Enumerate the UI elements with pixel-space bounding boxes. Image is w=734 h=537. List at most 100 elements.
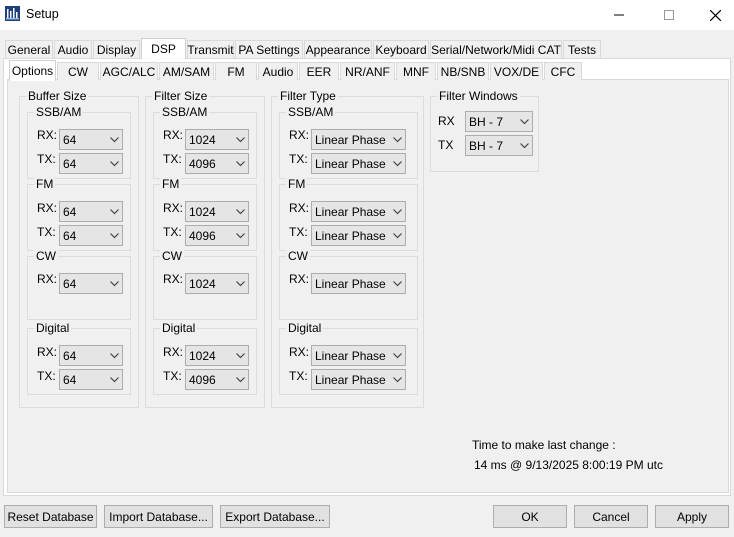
export-database-button[interactable]: Export Database... <box>220 505 330 528</box>
chevron-down-icon <box>106 154 122 173</box>
title-bar: Setup <box>0 0 734 30</box>
filter-type-digital-rx-select[interactable]: Linear Phase <box>311 345 406 366</box>
buffer-fm-tx-label: TX: <box>37 225 56 239</box>
filter-size-fm-tx-select[interactable]: 4096 <box>185 225 249 246</box>
filter-size-digital-rx-value: 1024 <box>189 348 216 363</box>
buffer-digital-rx-value: 64 <box>63 348 77 363</box>
tab-agc-alc[interactable]: AGC/ALC <box>100 62 158 80</box>
tab-cw[interactable]: CW <box>57 62 99 80</box>
filter-size-fm-tx-label: TX: <box>163 225 182 239</box>
import-database-button[interactable]: Import Database... <box>104 505 213 528</box>
chevron-down-icon <box>389 154 405 173</box>
tab-general[interactable]: General <box>5 40 53 58</box>
ok-button[interactable]: OK <box>493 505 567 528</box>
tab-tests[interactable]: Tests <box>563 40 601 58</box>
apply-button[interactable]: Apply <box>655 505 729 528</box>
reset-database-button[interactable]: Reset Database <box>4 505 97 528</box>
buffer-digital-rx-select[interactable]: 64 <box>59 345 123 366</box>
maximize-button[interactable] <box>646 0 692 30</box>
filter-size-ssbam-rx-value: 1024 <box>189 132 216 147</box>
tab-cfc[interactable]: CFC <box>544 62 582 80</box>
buffer-size-label: Buffer Size <box>26 89 89 103</box>
buffer-ssbam-label: SSB/AM <box>34 105 84 119</box>
filter-type-ssbam-rx-select[interactable]: Linear Phase <box>311 129 406 150</box>
filter-type-cw-rx-value: Linear Phase <box>315 276 386 291</box>
chevron-down-icon <box>232 202 248 221</box>
filter-windows-rx-select[interactable]: BH - 7 <box>465 111 533 132</box>
filter-size-digital-rx-select[interactable]: 1024 <box>185 345 249 366</box>
buffer-ssbam-tx-label: TX: <box>37 152 56 166</box>
sub-tab-strip: Options CW AGC/ALC AM/SAM FM Audio EER N… <box>0 60 734 81</box>
chevron-down-icon <box>232 226 248 245</box>
tab-audio-sub[interactable]: Audio <box>258 62 298 80</box>
buffer-fm-rx-label: RX: <box>37 201 58 215</box>
filter-windows-tx-label: TX <box>438 138 454 152</box>
buffer-cw-rx-select[interactable]: 64 <box>59 273 123 294</box>
chevron-down-icon <box>389 346 405 365</box>
filter-type-ssbam-tx-select[interactable]: Linear Phase <box>311 153 406 174</box>
buffer-ssbam-rx-value: 64 <box>63 132 77 147</box>
cancel-button[interactable]: Cancel <box>574 505 648 528</box>
last-change-label: Time to make last change : <box>472 438 616 452</box>
tab-vox-de[interactable]: VOX/DE <box>490 62 543 80</box>
buffer-digital-rx-label: RX: <box>37 345 58 359</box>
buffer-fm-tx-select[interactable]: 64 <box>59 225 123 246</box>
filter-windows-tx-select[interactable]: BH - 7 <box>465 135 533 156</box>
chevron-down-icon <box>232 370 248 389</box>
filter-type-digital-tx-label: TX: <box>289 369 308 383</box>
window-title: Setup <box>26 7 59 21</box>
tab-am-sam[interactable]: AM/SAM <box>159 62 214 80</box>
filter-type-fm-rx-select[interactable]: Linear Phase <box>311 201 406 222</box>
buffer-digital-tx-value: 64 <box>63 372 77 387</box>
tab-appearance[interactable]: Appearance <box>304 40 372 58</box>
minimize-button[interactable] <box>596 0 642 30</box>
filter-windows-rx-value: BH - 7 <box>469 114 504 129</box>
tab-pa-settings[interactable]: PA Settings <box>235 40 303 58</box>
close-button[interactable] <box>692 0 734 30</box>
tab-fm[interactable]: FM <box>215 62 257 80</box>
chevron-down-icon <box>106 130 122 149</box>
buffer-fm-rx-value: 64 <box>63 204 77 219</box>
filter-size-fm-rx-label: RX: <box>163 201 184 215</box>
chevron-down-icon <box>389 202 405 221</box>
filter-size-fm-rx-select[interactable]: 1024 <box>185 201 249 222</box>
filter-size-ssbam-tx-select[interactable]: 4096 <box>185 153 249 174</box>
filter-size-digital-tx-value: 4096 <box>189 372 216 387</box>
buffer-cw-rx-value: 64 <box>63 276 77 291</box>
filter-size-digital-tx-select[interactable]: 4096 <box>185 369 249 390</box>
chevron-down-icon <box>232 274 248 293</box>
filter-type-fm-tx-select[interactable]: Linear Phase <box>311 225 406 246</box>
buffer-ssbam-tx-select[interactable]: 64 <box>59 153 123 174</box>
chevron-down-icon <box>389 274 405 293</box>
tab-mnf[interactable]: MNF <box>396 62 436 80</box>
buffer-fm-label: FM <box>34 177 56 191</box>
tab-transmit[interactable]: Transmit <box>187 40 234 58</box>
filter-type-fm-label: FM <box>286 177 308 191</box>
buffer-ssbam-rx-select[interactable]: 64 <box>59 129 123 150</box>
tab-options[interactable]: Options <box>9 60 56 81</box>
filter-type-label: Filter Type <box>278 89 338 103</box>
filter-type-cw-rx-select[interactable]: Linear Phase <box>311 273 406 294</box>
chevron-down-icon <box>389 370 405 389</box>
tab-dsp[interactable]: DSP <box>141 38 186 59</box>
buffer-fm-rx-select[interactable]: 64 <box>59 201 123 222</box>
filter-size-fm-tx-value: 4096 <box>189 228 216 243</box>
filter-type-cw-rx-label: RX: <box>289 272 310 286</box>
tab-keyboard[interactable]: Keyboard <box>373 40 429 58</box>
filter-size-cw-rx-select[interactable]: 1024 <box>185 273 249 294</box>
tab-serial-network-midi-cat[interactable]: Serial/Network/Midi CAT <box>430 40 562 58</box>
app-icon <box>5 6 20 21</box>
filter-type-digital-tx-select[interactable]: Linear Phase <box>311 369 406 390</box>
tab-nb-snb[interactable]: NB/SNB <box>437 62 489 80</box>
tab-audio[interactable]: Audio <box>54 40 92 58</box>
filter-windows-group: Filter Windows <box>430 89 539 172</box>
tab-eer[interactable]: EER <box>299 62 339 80</box>
tab-display[interactable]: Display <box>93 40 140 58</box>
filter-size-cw-label: CW <box>160 249 184 263</box>
buffer-cw-label: CW <box>34 249 58 263</box>
tab-nr-anf[interactable]: NR/ANF <box>340 62 395 80</box>
filter-type-cw-label: CW <box>286 249 310 263</box>
filter-size-ssbam-rx-select[interactable]: 1024 <box>185 129 249 150</box>
filter-type-fm-tx-value: Linear Phase <box>315 228 386 243</box>
buffer-digital-tx-select[interactable]: 64 <box>59 369 123 390</box>
